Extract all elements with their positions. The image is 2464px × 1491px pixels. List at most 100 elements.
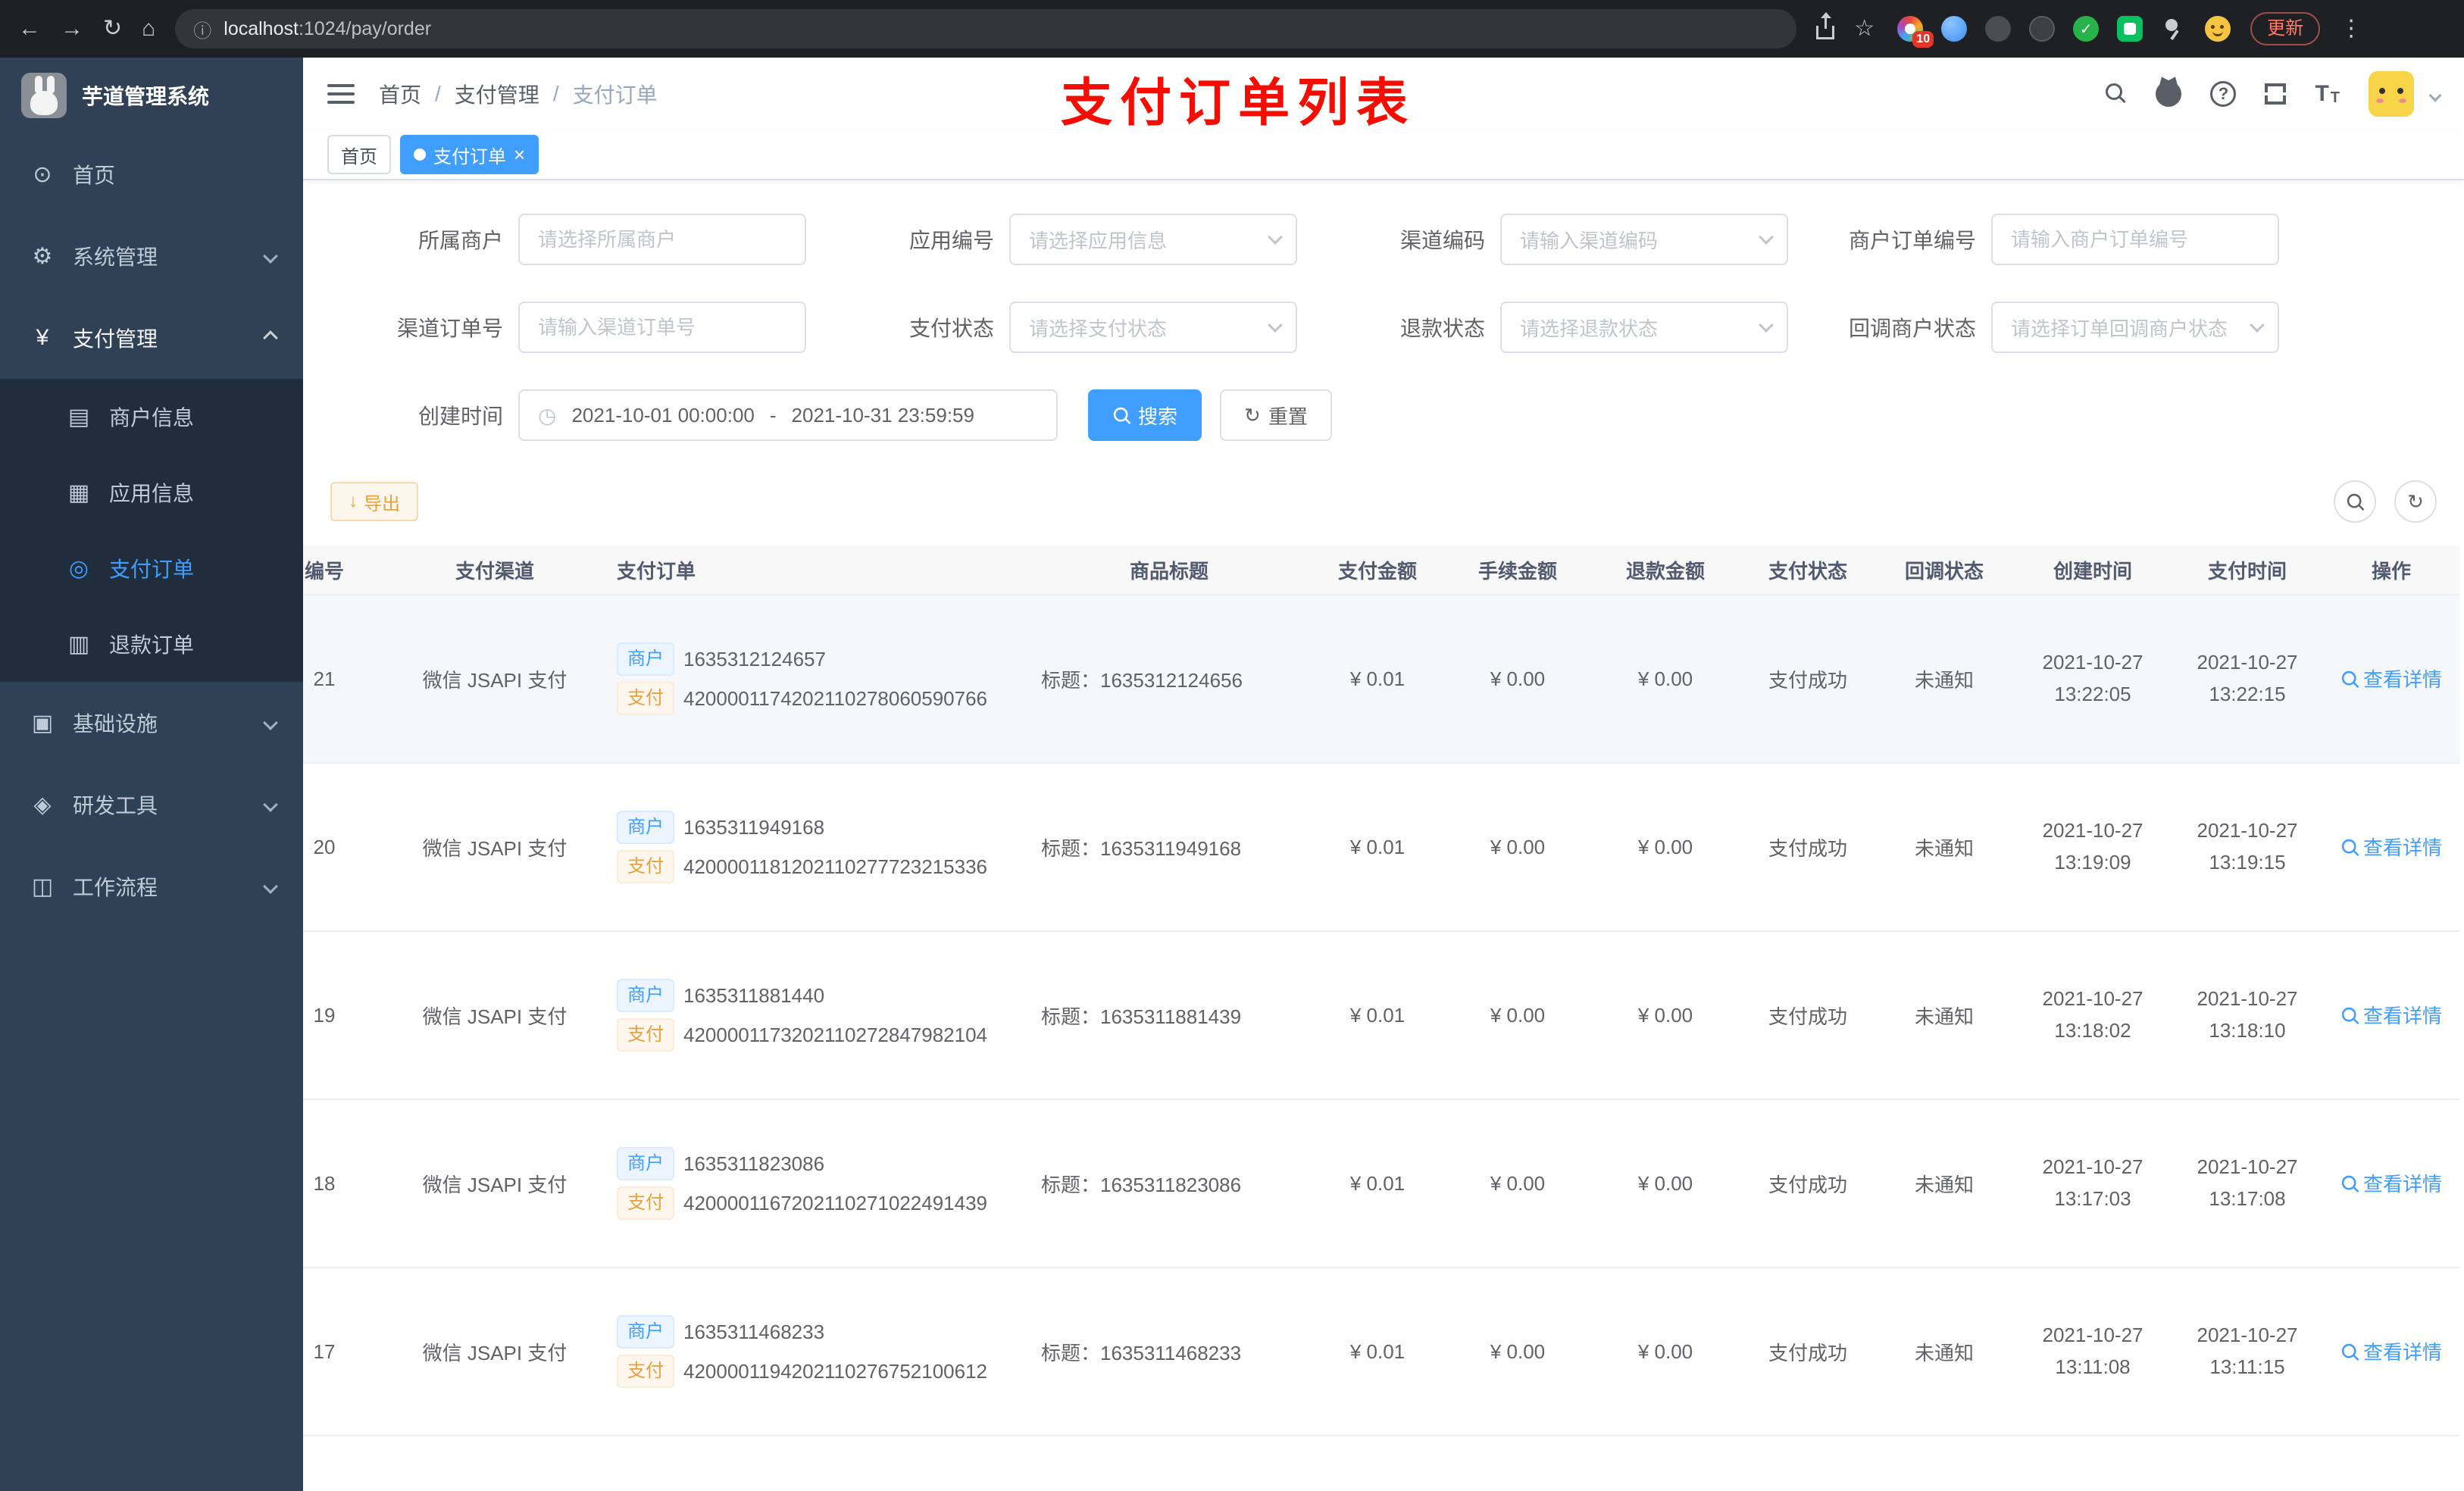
reset-button[interactable]: ↻ 重置 [1220,389,1332,441]
sidebar-item-payment[interactable]: ¥ 支付管理 [0,297,303,379]
refund-order-icon: ▥ [67,631,90,657]
avatar[interactable] [2369,71,2414,117]
magnifier-icon [2341,1007,2357,1023]
sidebar-item-system[interactable]: ⚙ 系统管理 [0,215,303,297]
view-detail-label: 查看详情 [2362,1173,2442,1196]
filter-label: 回调商户状态 [1848,317,1976,340]
col-action: 操作 [2371,559,2411,583]
orders-table: 编号 支付渠道 支付订单 商品标题 支付金额 手续金额 退款金额 支付状态 回调状态 创建时间 支付… [303,545,2459,1491]
view-detail-link[interactable]: 查看详情 [2340,1337,2442,1365]
view-detail-link[interactable]: 查看详情 [2340,1001,2442,1029]
cell-pay-status: 支付成功 [1768,1173,1847,1196]
back-icon[interactable]: ← [18,17,41,40]
filter-select-refund-status[interactable]: 请选择退款状态 [1500,302,1788,353]
app-grid-icon: ▦ [67,480,90,505]
forward-icon[interactable]: → [61,17,83,40]
table-row: 17 微信 JSAPI 支付 商户 1635311468233 支付 4200001194… [303,1268,2459,1436]
home-icon[interactable]: ⌂ [142,17,155,40]
sidebar-item-pay-order[interactable]: ◎ 支付订单 [0,530,303,606]
cell-fee-amount: ¥ 0.00 [1490,667,1546,690]
search-button[interactable]: 搜索 [1088,389,1202,441]
breadcrumb-item: 支付订单 [572,83,658,107]
cell-pay-status: 支付成功 [1768,1005,1847,1028]
search-icon[interactable] [2106,83,2127,105]
cell-id: 21 [313,667,336,690]
reload-icon[interactable]: ↻ [103,17,122,40]
filter-channel-code: 渠道编码 请输入渠道编码 [1309,214,1800,265]
sidebar-item-merchant-info[interactable]: ▤ 商户信息 [0,379,303,455]
cell-title: 标题：1635311823086 [1041,1173,1242,1196]
pay-tag: 支付 [617,1018,674,1052]
extension-icon[interactable] [2117,16,2143,42]
chevron-down-icon [1759,317,1774,333]
refresh-table-button[interactable]: ↻ [2394,480,2437,523]
cell-pay-amount: ¥ 0.01 [1349,667,1406,690]
filter-select-channel-code[interactable]: 请输入渠道编码 [1500,214,1788,265]
table-container: 编号 支付渠道 支付订单 商品标题 支付金额 手续金额 退款金额 支付状态 回调状态 创建时间 支付… [303,545,2464,1491]
order-line: 商户 1635311468233 [617,1315,1020,1349]
breadcrumb-item[interactable]: 支付管理 [455,79,539,109]
tab-home[interactable]: 首页 [327,135,391,174]
extension-icon[interactable] [1941,16,1968,42]
cell-pay-time: 2021-10-27 13:18:10 [2197,987,2298,1042]
tab-close-icon[interactable]: × [514,145,525,164]
filter-merchant: 所属商户 [327,214,818,265]
extension-icon[interactable]: 10 [1897,16,1934,48]
help-icon[interactable]: ? [2210,81,2237,107]
export-button[interactable]: ↓ 导出 [330,482,418,521]
extension-icon[interactable] [1985,16,2012,42]
date-range-input[interactable]: ◷ 2021-10-01 00:00:00 - 2021-10-31 23:59… [518,389,1058,441]
view-detail-link[interactable]: 查看详情 [2340,664,2442,692]
extension-icon[interactable] [2029,16,2056,42]
merchant-tag: 商户 [617,811,674,844]
github-icon[interactable] [2156,81,2182,107]
order-line: 商户 1635311881440 [617,979,1020,1012]
filter-input-channel-order-no[interactable] [518,302,806,353]
cell-refund-amount: ¥ 0.00 [1637,1003,1693,1027]
address-bar[interactable]: ⓘ localhost:1024/pay/order [175,9,1797,48]
order-number: 1635311881440 [683,983,825,1007]
sidebar-item-home[interactable]: ⊙ 首页 [0,133,303,215]
sidebar-submenu: ▤ 商户信息 ▦ 应用信息 ◎ 支付订单 ▥ 退款订单 [0,379,303,682]
chevron-down-icon [263,715,278,730]
sidebar-item-devtools[interactable]: ◈ 研发工具 [0,764,303,846]
extensions-tray: 10 ✓ [1897,16,2231,48]
pin-extension-icon[interactable] [2161,16,2187,42]
sidebar-toggle-icon[interactable] [327,84,355,104]
col-id: 编号 [304,559,344,583]
filter-input-merchant-order-no[interactable] [1991,214,2279,265]
right-toolbar: ↻ [2334,480,2437,523]
filter-pay-status: 支付状态 请选择支付状态 [818,302,1309,353]
chevron-down-icon [1268,230,1283,245]
filter-notify-status: 回调商户状态 请选择订单回调商户状态 [1800,302,2291,353]
toggle-search-button[interactable] [2334,480,2376,523]
sidebar-item-refund-order[interactable]: ▥ 退款订单 [0,606,303,682]
sidebar-item-infrastructure[interactable]: ▣ 基础设施 [0,682,303,764]
view-detail-link[interactable]: 查看详情 [2340,1169,2442,1197]
filter-input-merchant[interactable] [518,214,806,265]
share-icon[interactable] [1816,12,1835,39]
browser-update-button[interactable]: 更新 [2250,12,2321,45]
filter-select-notify-status[interactable]: 请选择订单回调商户状态 [1991,302,2279,353]
view-detail-link[interactable]: 查看详情 [2340,833,2442,861]
workflow-icon: ◫ [31,874,54,899]
sidebar-item-app-info[interactable]: ▦ 应用信息 [0,455,303,530]
cell-create-time: 2021-10-27 13:18:02 [2042,987,2143,1042]
filter-select-app-no[interactable]: 请选择应用信息 [1009,214,1297,265]
filter-row: 渠道订单号 支付状态 请选择支付状态 退款状态 请选择退款状态 回调商户状态 请选择订单回调… [327,302,2440,353]
bookmark-star-icon[interactable]: ☆ [1854,17,1875,40]
breadcrumb-item[interactable]: 首页 [379,79,421,109]
emoji-extension-icon[interactable] [2205,16,2231,42]
filter-create-time: 创建时间 ◷ 2021-10-01 00:00:00 - 2021-10-31 … [327,389,1058,441]
browser-menu-icon[interactable]: ⋮ [2340,17,2362,40]
fullscreen-icon[interactable] [2265,83,2287,105]
order-line: 商户 1635311949168 [617,811,1020,844]
cell-id: 20 [313,835,336,858]
chevron-down-icon[interactable] [2428,89,2442,102]
tab-pay-order[interactable]: 支付订单 × [400,135,539,174]
filter-select-pay-status[interactable]: 请选择支付状态 [1009,302,1297,353]
site-info-icon[interactable]: ⓘ [193,16,211,42]
font-size-icon[interactable]: TT [2315,83,2340,106]
extension-icon[interactable]: ✓ [2073,16,2100,42]
sidebar-item-workflow[interactable]: ◫ 工作流程 [0,846,303,927]
